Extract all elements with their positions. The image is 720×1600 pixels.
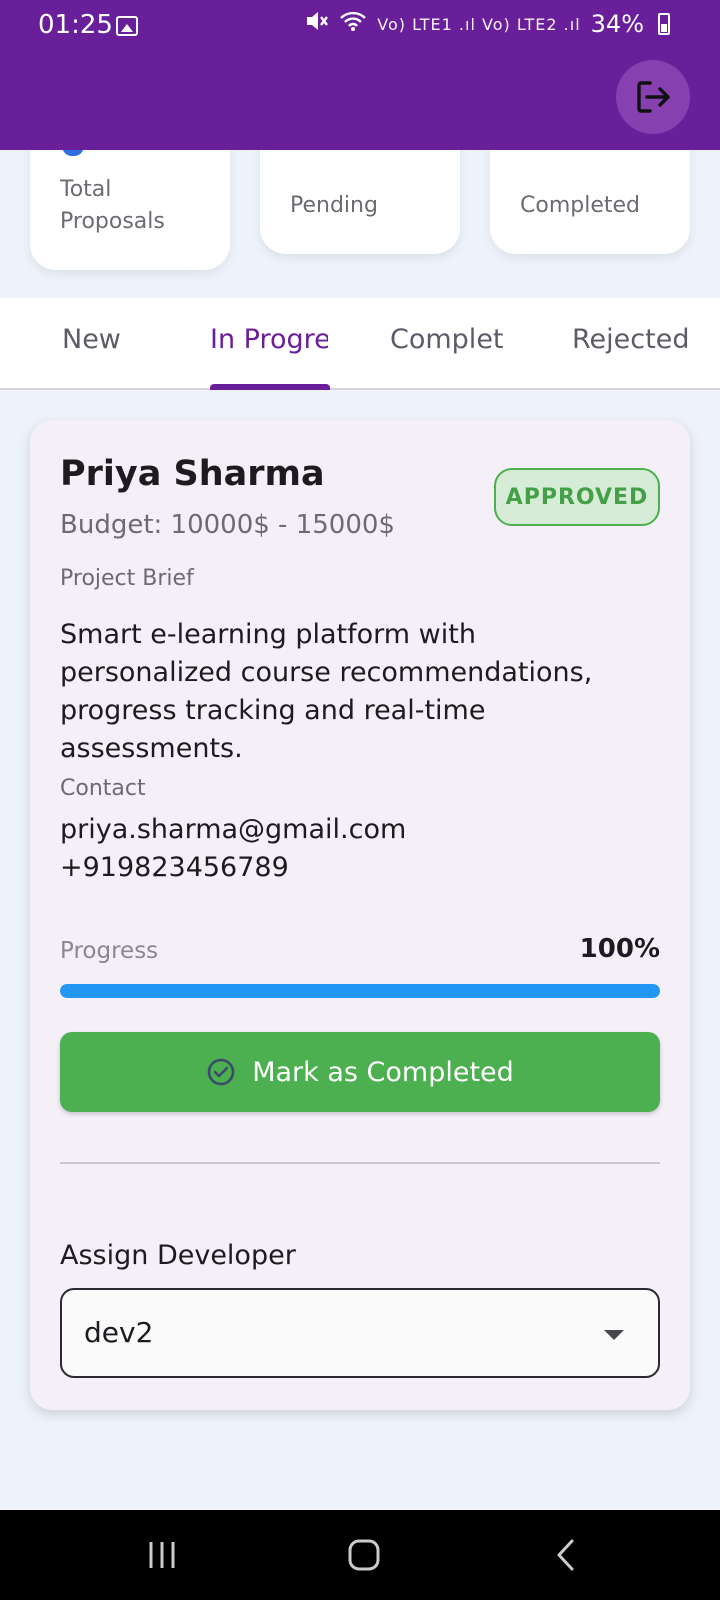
battery-percent: 34% (590, 10, 644, 38)
home-icon (348, 1539, 380, 1571)
progress-value: 100% (579, 934, 660, 964)
check-circle-icon (207, 1058, 235, 1086)
progress-label: Progress (60, 938, 159, 964)
brief-line: progress tracking and real-time (60, 695, 486, 726)
developer-dropdown-value: dev2 (84, 1316, 154, 1349)
recents-icon (149, 1542, 175, 1568)
tab-new[interactable]: New (62, 324, 121, 355)
back-icon (557, 1539, 574, 1571)
wifi-icon (339, 10, 367, 38)
mark-completed-button[interactable]: Mark as Completed (60, 1032, 660, 1112)
mark-completed-label: Mark as Completed (252, 1056, 514, 1088)
dropdown-arrow-icon (604, 1330, 624, 1340)
stat-label-total: Total Proposals (60, 177, 165, 234)
contact-email: priya.sharma@gmail.com (60, 814, 407, 845)
logout-button[interactable] (616, 60, 690, 134)
client-name: Priya Sharma (60, 454, 325, 494)
home-button[interactable] (334, 1532, 394, 1578)
gallery-notification-icon (116, 16, 138, 36)
status-tabs: New In Progre Complet Rejected (0, 298, 720, 390)
active-tab-indicator (210, 384, 330, 390)
back-button[interactable] (536, 1532, 596, 1578)
brief-line: Smart e-learning platform with (60, 619, 476, 650)
budget-text: Budget: 10000$ - 15000$ (60, 510, 395, 540)
assign-developer-label: Assign Developer (60, 1240, 296, 1271)
brief-line: personalized course recommendations, (60, 657, 593, 688)
status-time: 01:25 (38, 10, 113, 40)
divider (60, 1162, 660, 1164)
status-badge: APPROVED (494, 468, 660, 526)
stat-label-pending: Pending (290, 193, 378, 218)
battery-icon (658, 13, 670, 35)
brief-line: assessments. (60, 733, 243, 764)
progress-bar-fill (60, 984, 660, 998)
system-nav-bar (0, 1510, 720, 1600)
progress-bar (60, 984, 660, 998)
stat-label-completed: Completed (520, 193, 640, 218)
recents-button[interactable] (132, 1532, 192, 1578)
logout-icon (637, 81, 670, 113)
contact-phone: +919823456789 (60, 852, 289, 883)
proposal-card: Priya Sharma Budget: 10000$ - 15000$ APP… (30, 420, 690, 1410)
mute-icon (305, 10, 329, 38)
app-bar: 01:25 Vo) LTE1 .ıl Vo) LTE2 .ıl 34% (0, 0, 720, 150)
tab-rejected[interactable]: Rejected (572, 324, 689, 355)
signal-icons: Vo) LTE1 .ıl Vo) LTE2 .ıl (377, 14, 581, 34)
tab-in-progress[interactable]: In Progre (210, 324, 328, 355)
status-icons: Vo) LTE1 .ıl Vo) LTE2 .ıl 34% (305, 10, 670, 38)
developer-dropdown[interactable]: dev2 (60, 1288, 660, 1378)
project-brief: Smart e-learning platform with personali… (60, 616, 660, 768)
brief-label: Project Brief (60, 566, 194, 591)
tab-completed[interactable]: Complet (390, 324, 508, 355)
contact-label: Contact (60, 776, 146, 801)
